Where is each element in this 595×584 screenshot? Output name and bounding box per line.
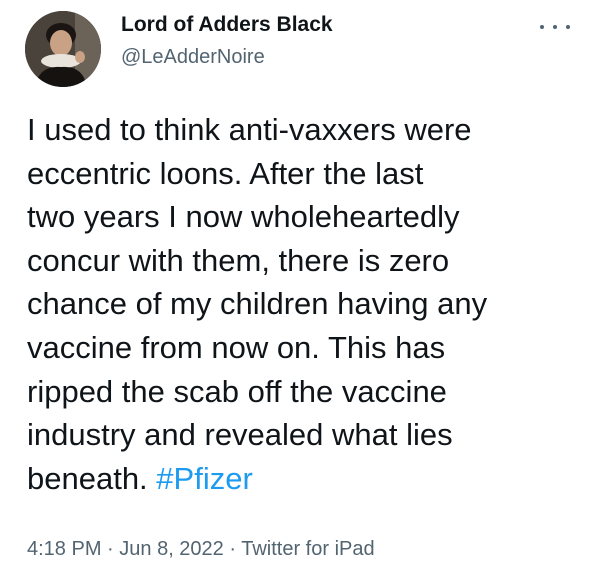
handle[interactable]: @LeAdderNoire	[121, 46, 265, 69]
tweet-meta: 4:18 PM · Jun 8, 2022 · Twitter for iPad	[27, 538, 375, 561]
tweet-line: vaccine from now on. This has	[27, 329, 446, 365]
tweet-line: chance of my children having any	[27, 286, 488, 322]
more-dot	[540, 25, 544, 29]
meta-separator: ·	[101, 538, 120, 560]
more-dot	[553, 25, 557, 29]
profile-photo-icon	[25, 11, 101, 87]
tweet-line: I used to think anti-vaxxers were	[27, 112, 472, 147]
tweet-line: ripped the scab off the vaccine	[27, 373, 447, 409]
tweet-line: two years I now wholeheartedly	[27, 199, 460, 235]
tweet-time[interactable]: 4:18 PM	[27, 538, 101, 560]
tweet-line-text: beneath.	[27, 460, 157, 496]
display-name[interactable]: Lord of Adders Black	[121, 13, 333, 37]
tweet-text: I used to think anti-vaxxers were eccent…	[27, 108, 587, 500]
tweet-line: concur with them, there is zero	[27, 242, 450, 278]
meta-separator: ·	[223, 538, 242, 560]
avatar[interactable]	[25, 11, 101, 87]
tweet: Lord of Adders Black @LeAdderNoire I use…	[0, 0, 595, 584]
tweet-source: Twitter for iPad	[241, 538, 375, 560]
hashtag-link[interactable]: #Pfizer	[156, 461, 252, 496]
tweet-date[interactable]: Jun 8, 2022	[119, 538, 224, 560]
more-options-icon[interactable]	[540, 18, 570, 36]
tweet-line: eccentric loons. After the last	[27, 155, 424, 191]
tweet-line: industry and revealed what lies	[27, 417, 453, 453]
tweet-last-line: beneath. #Pfizer	[27, 457, 587, 501]
more-dot	[566, 25, 570, 29]
